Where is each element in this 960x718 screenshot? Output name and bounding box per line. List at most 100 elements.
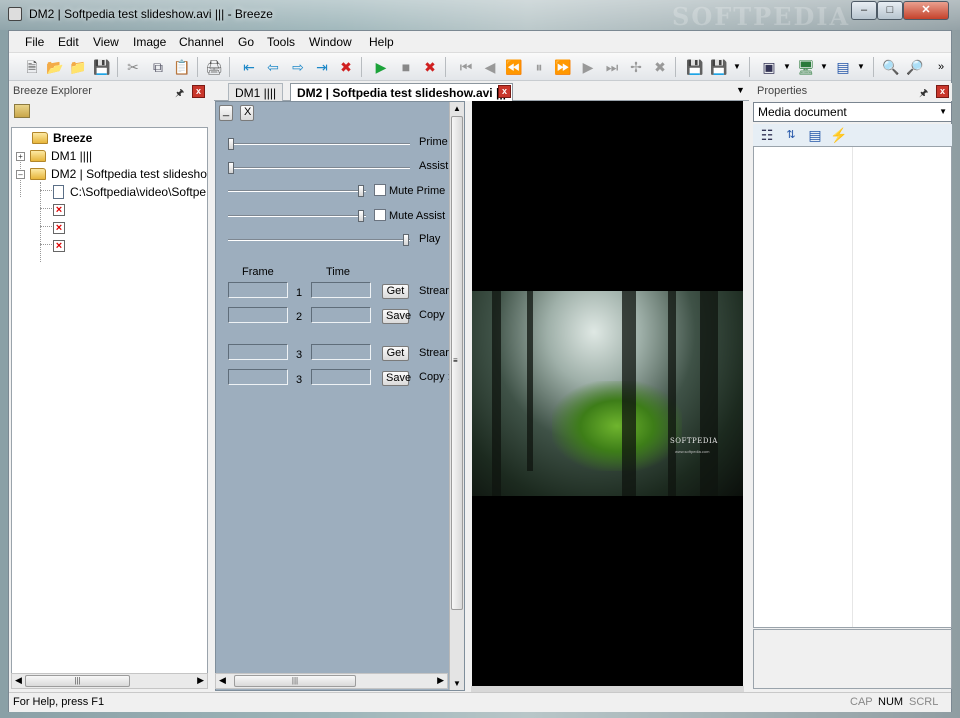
get-button-1[interactable]: Get <box>382 284 409 299</box>
menu-view[interactable]: View <box>93 35 119 49</box>
new-file-icon[interactable]: 🗎 <box>22 57 42 77</box>
play-slider[interactable] <box>228 234 410 246</box>
categorized-icon[interactable]: ☷ <box>757 125 777 145</box>
open-image-icon[interactable]: 📁 <box>68 57 88 77</box>
last-channel-icon[interactable]: ⇥ <box>312 57 332 77</box>
stop-icon[interactable]: ■ <box>396 57 416 77</box>
skip-start-icon[interactable]: ⏮ <box>456 57 476 77</box>
tree-item-dm2[interactable]: – DM2 | Softpedia test slideshow <box>16 165 207 183</box>
tab-close-icon[interactable]: x <box>498 85 511 98</box>
scroll-right-icon[interactable]: ▶ <box>437 675 444 686</box>
window-maximize-button[interactable]: □ <box>877 1 903 20</box>
window-layout-icon[interactable]: ▣ <box>759 57 779 77</box>
scroll-left-icon[interactable]: ◀ <box>15 675 22 686</box>
prime-slider[interactable] <box>228 138 410 150</box>
properties-pin-icon[interactable]: 🖈 <box>919 86 928 103</box>
frame-field-1[interactable] <box>228 282 288 298</box>
menu-image[interactable]: Image <box>133 35 166 49</box>
tree-item-missing[interactable]: × <box>53 201 65 219</box>
tree-item-dm1[interactable]: + DM1 |||| <box>16 147 92 165</box>
explorer-close-icon[interactable]: x <box>192 85 205 98</box>
time-field-4[interactable] <box>311 369 371 385</box>
slider-knob[interactable] <box>358 185 364 197</box>
play-icon[interactable]: ▶ <box>371 57 391 77</box>
menu-help[interactable]: Help <box>369 35 394 49</box>
scroll-down-icon[interactable]: ▼ <box>453 679 461 688</box>
chevron-down-icon[interactable]: ▼ <box>939 107 947 116</box>
save-as-icon[interactable]: 💾 <box>709 57 729 77</box>
expand-icon[interactable]: + <box>16 151 25 161</box>
control-panel-hscrollbar[interactable]: ◀ ||| ▶ <box>215 673 448 689</box>
scroll-left-icon[interactable]: ◀ <box>219 675 226 686</box>
explorer-pin-icon[interactable]: 🖈 <box>175 86 184 103</box>
save-frame-icon[interactable]: 💾 <box>685 57 705 77</box>
print-icon[interactable]: 🖨 <box>204 57 224 77</box>
display-dropdown-icon[interactable]: ▼ <box>851 57 871 77</box>
control-panel-vscrollbar[interactable]: ▲ ≡ ▼ <box>449 102 464 690</box>
panel-close-button[interactable]: X <box>240 105 254 121</box>
move-icon[interactable]: ✢ <box>626 57 646 77</box>
save-button-2[interactable]: Save <box>382 371 411 386</box>
frame-field-2[interactable] <box>228 307 288 323</box>
tab-dm1[interactable]: DM1 |||| <box>228 83 284 101</box>
cut-icon[interactable]: ✂ <box>123 57 143 77</box>
toolbar-overflow-icon[interactable]: » <box>931 57 951 77</box>
tree-item-file[interactable]: C:\Softpedia\video\Softpe <box>53 183 206 201</box>
tab-dm2[interactable]: DM2 | Softpedia test slideshow.avi ||| <box>290 83 514 101</box>
tree-item-breeze[interactable]: Breeze <box>32 129 92 147</box>
window-minimize-button[interactable]: – <box>851 1 877 20</box>
menu-go[interactable]: Go <box>238 35 254 49</box>
menu-channel[interactable]: Channel <box>179 35 224 49</box>
first-channel-icon[interactable]: ⇤ <box>239 57 259 77</box>
tab-list-dropdown-icon[interactable]: ▼ <box>736 85 745 95</box>
layout-dropdown-icon[interactable]: ▼ <box>777 57 797 77</box>
window-close-button[interactable]: ✕ <box>903 1 949 20</box>
save-button-1[interactable]: Save <box>382 309 411 324</box>
remove-channel-icon[interactable]: ✖ <box>336 57 356 77</box>
collapse-icon[interactable]: – <box>16 169 25 179</box>
slider-knob[interactable] <box>228 162 234 174</box>
menu-file[interactable]: File <box>25 35 44 49</box>
time-field-2[interactable] <box>311 307 371 323</box>
presentation-icon[interactable]: 🖥 <box>796 57 816 77</box>
save-icon[interactable]: 💾 <box>92 57 112 77</box>
properties-close-icon[interactable]: x <box>936 85 949 98</box>
step-forward-icon[interactable]: ▶ <box>578 57 598 77</box>
frame-field-3[interactable] <box>228 344 288 360</box>
presentation-dropdown-icon[interactable]: ▼ <box>814 57 834 77</box>
display-icon[interactable]: ▤ <box>833 57 853 77</box>
scroll-up-icon[interactable]: ▲ <box>453 104 461 113</box>
clear-icon[interactable]: ✖ <box>650 57 670 77</box>
zoom-in-icon[interactable]: 🔎 <box>905 57 925 77</box>
time-field-3[interactable] <box>311 344 371 360</box>
assist-slider[interactable] <box>228 162 410 174</box>
save-dropdown-icon[interactable]: ▼ <box>727 57 747 77</box>
scroll-thumb[interactable]: ||| <box>25 675 130 687</box>
scroll-thumb[interactable]: ||| <box>234 675 356 687</box>
copy-icon[interactable]: ⧉ <box>148 57 168 77</box>
slider-knob[interactable] <box>403 234 409 246</box>
get-button-2[interactable]: Get <box>382 346 409 361</box>
fast-forward-icon[interactable]: ⏩ <box>553 57 573 77</box>
next-channel-icon[interactable]: ⇨ <box>288 57 308 77</box>
tree-item-missing[interactable]: × <box>53 237 65 255</box>
step-back-icon[interactable]: ◀ <box>480 57 500 77</box>
cancel-play-icon[interactable]: ✖ <box>420 57 440 77</box>
tree-item-missing[interactable]: × <box>53 219 65 237</box>
rewind-icon[interactable]: ⏪ <box>504 57 524 77</box>
zoom-out-icon[interactable]: 🔍 <box>881 57 901 77</box>
assist-volume-slider[interactable] <box>228 210 366 222</box>
mute-assist-checkbox[interactable] <box>374 209 386 221</box>
menu-edit[interactable]: Edit <box>58 35 79 49</box>
open-folder-icon[interactable]: 📂 <box>45 57 65 77</box>
menu-tools[interactable]: Tools <box>267 35 295 49</box>
explorer-toolbar-icon[interactable] <box>14 104 30 118</box>
scroll-right-icon[interactable]: ▶ <box>197 675 204 686</box>
sort-alphabetical-icon[interactable]: ⇅ <box>781 125 801 145</box>
prime-volume-slider[interactable] <box>228 185 366 197</box>
previous-channel-icon[interactable]: ⇦ <box>263 57 283 77</box>
explorer-hscrollbar[interactable]: ◀ ||| ▶ <box>11 673 208 689</box>
property-pages-icon[interactable]: ▤ <box>805 125 825 145</box>
menu-window[interactable]: Window <box>309 35 352 49</box>
slider-knob[interactable] <box>228 138 234 150</box>
